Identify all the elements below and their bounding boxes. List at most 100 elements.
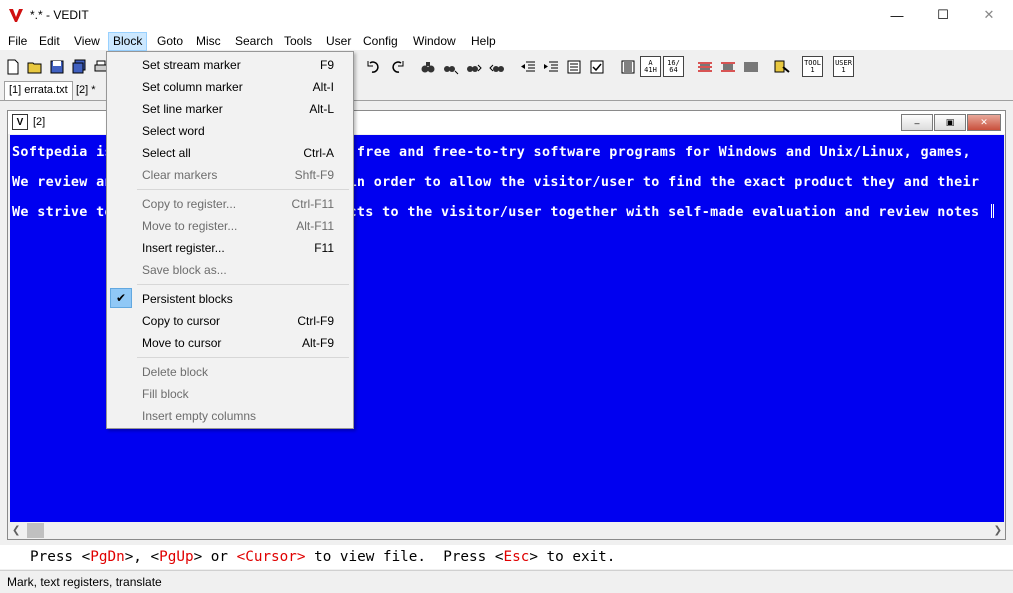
user-label-bottom: 1: [841, 65, 846, 74]
maximize-button[interactable]: ☐: [920, 0, 966, 30]
file-compare-icon[interactable]: [771, 56, 792, 77]
menu-item-set-stream-marker[interactable]: Set stream marker F9: [109, 53, 351, 75]
save-icon[interactable]: [46, 56, 67, 77]
menu-item-label: Insert empty columns: [142, 409, 257, 423]
save-all-icon[interactable]: [68, 56, 89, 77]
outdent-icon[interactable]: [517, 56, 538, 77]
prompt-line: Press <PgDn>, <PgUp> or <Cursor> to view…: [0, 545, 1013, 569]
menu-item-move-to-cursor[interactable]: Move to cursor Alt-F9: [109, 331, 351, 353]
menu-item-copy-to-register: Copy to register... Ctrl-F11: [109, 192, 351, 214]
find-next-icon[interactable]: [463, 56, 484, 77]
tab-errata[interactable]: [1] errata.txt: [4, 81, 73, 100]
user-1-button[interactable]: USER 1: [833, 56, 854, 77]
menu-item-label: Move to cursor: [142, 336, 222, 350]
menu-item-set-column-marker[interactable]: Set column marker Alt-I: [109, 75, 351, 97]
document-restore-button[interactable]: ▣: [934, 114, 966, 131]
find-previous-icon[interactable]: [486, 56, 507, 77]
unhide-all-icon[interactable]: [740, 56, 761, 77]
menu-item-copy-to-cursor[interactable]: Copy to cursor Ctrl-F9: [109, 309, 351, 331]
menu-item-label: Set column marker: [142, 80, 243, 94]
scroll-left-icon[interactable]: ❮: [12, 525, 20, 536]
hex-ascii-icon[interactable]: A 41H: [640, 56, 661, 77]
scroll-right-icon[interactable]: ❯: [994, 525, 1002, 536]
menu-item-shortcut: Alt-F9: [301, 336, 334, 350]
menu-item-select-word[interactable]: Select word: [109, 119, 351, 141]
prompt-seg: > to exit.: [529, 549, 616, 565]
text-cursor: [991, 204, 994, 218]
menu-item-shortcut: Alt-I: [312, 80, 334, 94]
menu-separator: [137, 189, 349, 190]
prompt-key-cursor: <Cursor>: [236, 549, 306, 565]
menu-item-label: Fill block: [142, 387, 189, 401]
title-bar: *.* - VEDIT — ☐ ✕: [0, 0, 1013, 30]
menu-item-persistent-blocks[interactable]: ✔ Persistent blocks: [109, 287, 351, 309]
redo-icon[interactable]: [386, 56, 407, 77]
prompt-key-esc: Esc: [503, 549, 530, 565]
window-title: *.* - VEDIT: [30, 8, 89, 22]
menu-item-label: Move to register...: [142, 219, 238, 233]
vedit-app-icon: [9, 9, 23, 22]
document-close-button[interactable]: ✕: [967, 114, 1001, 131]
minimize-button[interactable]: —: [874, 0, 920, 30]
tool-label-bottom: 1: [810, 65, 815, 74]
close-button[interactable]: ✕: [966, 0, 1012, 30]
menu-file[interactable]: File: [4, 32, 31, 51]
menu-item-shortcut: Ctrl-F9: [297, 314, 334, 328]
menu-item-set-line-marker[interactable]: Set line marker Alt-L: [109, 97, 351, 119]
indent-icon[interactable]: [540, 56, 561, 77]
menu-user[interactable]: User: [322, 32, 355, 51]
open-folder-icon[interactable]: [24, 56, 45, 77]
menu-window[interactable]: Window: [409, 32, 460, 51]
menu-item-select-all[interactable]: Select all Ctrl-A: [109, 141, 351, 163]
prompt-seg: > or: [193, 549, 237, 565]
tool-1-button[interactable]: TOOL 1: [802, 56, 823, 77]
menu-item-shortcut: Shft-F9: [294, 168, 334, 182]
tab-untitled-2[interactable]: [2] *: [72, 81, 100, 100]
menu-tools[interactable]: Tools: [280, 32, 316, 51]
menu-edit[interactable]: Edit: [35, 32, 64, 51]
find-icon[interactable]: [417, 56, 438, 77]
menu-search[interactable]: Search: [231, 32, 277, 51]
hex-label-bottom: 41H: [644, 65, 657, 74]
spell-check-icon[interactable]: [586, 56, 607, 77]
menu-item-label: Set line marker: [142, 102, 223, 116]
hide-lines-icon[interactable]: [694, 56, 715, 77]
format-paragraph-icon[interactable]: [563, 56, 584, 77]
menu-bar: File Edit View Block Goto Misc Search To…: [0, 30, 1013, 51]
menu-help[interactable]: Help: [467, 32, 500, 51]
menu-item-label: Copy to cursor: [142, 314, 221, 328]
prompt-text: Press <PgDn>, <PgUp> or <Cursor> to view…: [30, 549, 615, 565]
line-numbers-icon[interactable]: [617, 56, 638, 77]
menu-view[interactable]: View: [70, 32, 104, 51]
status-bar: Mark, text registers, translate: [0, 570, 1013, 593]
document-icon: V: [12, 114, 28, 130]
menu-block[interactable]: Block: [108, 32, 148, 51]
menu-config[interactable]: Config: [359, 32, 402, 51]
num-label-bottom: 64: [669, 65, 678, 74]
document-title: [2]: [33, 116, 46, 128]
menu-item-delete-block: Delete block: [109, 360, 351, 382]
menu-item-label: Select word: [142, 124, 205, 138]
show-lines-icon[interactable]: [717, 56, 738, 77]
menu-item-label: Delete block: [142, 365, 209, 379]
checkmark-icon: ✔: [110, 288, 132, 308]
menu-separator: [137, 284, 349, 285]
menu-goto[interactable]: Goto: [153, 32, 187, 51]
prompt-seg: >, <: [124, 549, 160, 565]
scroll-thumb[interactable]: [27, 523, 44, 538]
menu-item-fill-block: Fill block: [109, 382, 351, 404]
find-replace-icon[interactable]: [440, 56, 461, 77]
horizontal-scrollbar[interactable]: ❮ ❯: [10, 522, 1004, 539]
undo-icon[interactable]: [363, 56, 384, 77]
menu-item-shortcut: Alt-L: [309, 102, 334, 116]
new-file-icon[interactable]: [2, 56, 23, 77]
number-convert-icon[interactable]: 16/64: [663, 56, 684, 77]
menu-misc[interactable]: Misc: [192, 32, 225, 51]
menu-separator: [137, 357, 349, 358]
menu-item-insert-register[interactable]: Insert register... F11: [109, 236, 351, 258]
status-text: Mark, text registers, translate: [7, 575, 162, 589]
document-minimize-button[interactable]: –: [901, 114, 933, 131]
menu-item-shortcut: Ctrl-A: [303, 146, 334, 160]
prompt-seg: Press <: [30, 549, 91, 565]
menu-item-shortcut: F11: [314, 241, 334, 255]
